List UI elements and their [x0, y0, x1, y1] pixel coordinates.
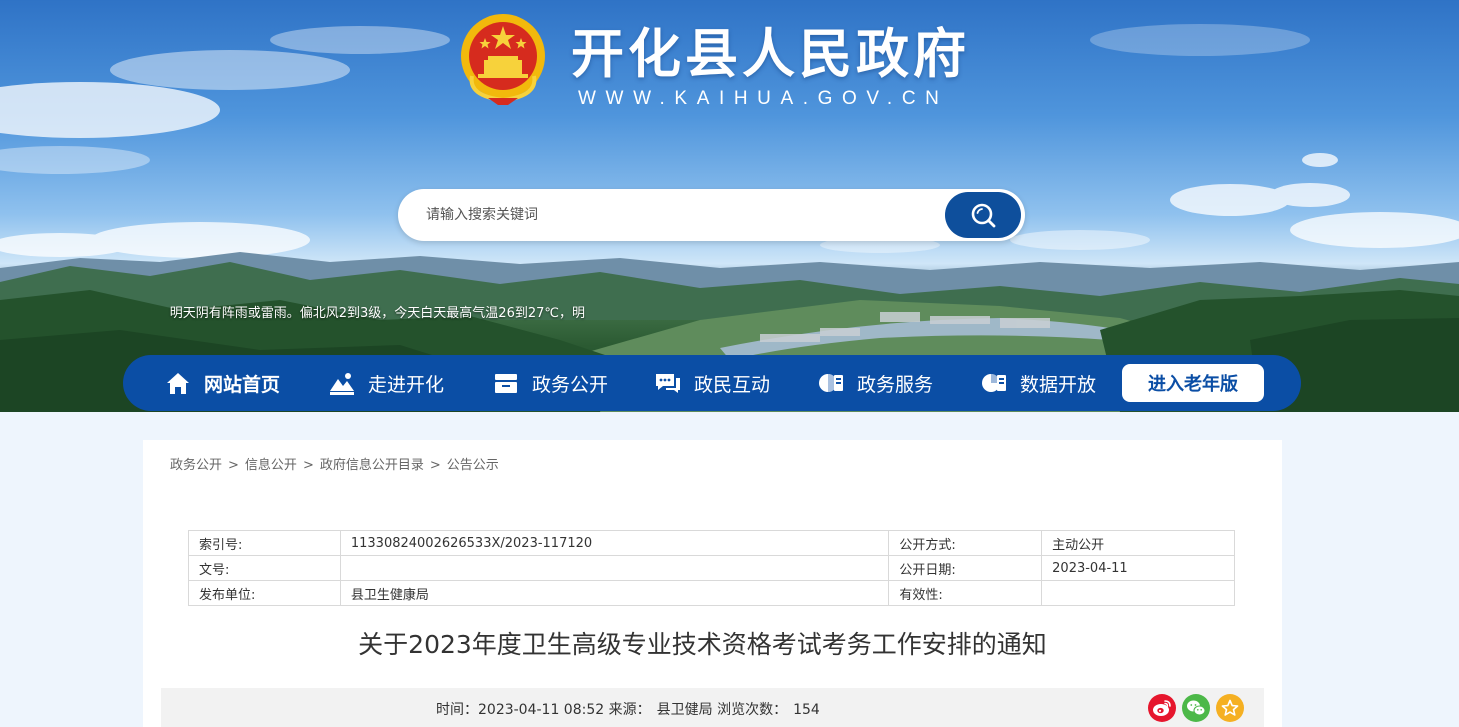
national-emblem-icon [458, 12, 548, 106]
doc-no-value [339, 555, 890, 581]
document-meta-table: 索引号: 11330824002626533X/2023-117120 公开方式… [188, 530, 1235, 606]
document-title: 关于2023年度卫生高级专业技术资格考试考务工作安排的通知 [358, 630, 1047, 659]
content-panel: 政务公开 > 信息公开 > 政府信息公开目录 > 公告公示 索引号: 11330824002… [143, 440, 1282, 727]
favorite-icon [1221, 699, 1239, 716]
wechat-icon [1187, 700, 1206, 716]
favorite-button[interactable] [1216, 694, 1244, 722]
open-mode-value: 主动公开 [1041, 530, 1235, 556]
nav-item-interaction[interactable]: 政民互动 [654, 355, 770, 411]
views-value: 154 [793, 702, 820, 718]
nav-item-gov-affairs[interactable]: 政务公开 [492, 355, 608, 411]
table-row: 发布单位: 县卫生健康局 有效性: [188, 580, 1235, 606]
nav-item-open-data[interactable]: 数据开放 [980, 355, 1096, 411]
weibo-icon [1153, 700, 1171, 716]
nav-label: 政务服务 [857, 373, 934, 396]
search-input[interactable] [426, 189, 926, 241]
validity-label: 有效性: [888, 580, 1043, 606]
landscape-icon [328, 369, 356, 397]
publisher-label: 发布单位: [188, 580, 341, 606]
weather-text: 明天阴有阵雨或雷雨。偏北风2到3级，今天白天最高气温26到27℃，明 [169, 306, 585, 321]
validity-value [1041, 580, 1235, 606]
source-label: 来源： [608, 702, 651, 718]
index-value: 11330824002626533X/2023-117120 [339, 530, 890, 556]
nav-item-service[interactable]: 政务服务 [817, 355, 933, 411]
nav-label: 政务公开 [532, 373, 609, 396]
breadcrumb-info-disclosure[interactable]: 信息公开 [245, 458, 297, 473]
time-label: 时间： [436, 702, 478, 718]
breadcrumb-separator: > [302, 458, 314, 473]
index-label: 索引号: [188, 530, 341, 556]
nav-item-about[interactable]: 走进开化 [328, 355, 444, 411]
breadcrumb: 政务公开 > 信息公开 > 政府信息公开目录 > 公告公示 [170, 454, 499, 473]
open-date-value: 2023-04-11 [1041, 555, 1235, 581]
table-row: 文号: 公开日期: 2023-04-11 [188, 555, 1235, 581]
service-icon [817, 369, 845, 397]
breadcrumb-directory[interactable]: 政府信息公开目录 [320, 458, 424, 473]
breadcrumb-announcements[interactable]: 公告公示 [447, 458, 499, 473]
breadcrumb-separator: > [429, 458, 441, 473]
nav-label: 走进开化 [368, 373, 445, 396]
nav-label: 数据开放 [1020, 373, 1097, 396]
document-info-bar: 时间：2023-04-11 08:52 来源： 县卫健局 浏览次数： 154 [161, 688, 1264, 727]
files-icon [492, 369, 520, 397]
site-title: 开化县人民政府 [571, 24, 970, 85]
open-date-label: 公开日期: [888, 555, 1043, 581]
source-value: 县卫健局 [656, 702, 713, 718]
home-icon [164, 369, 192, 397]
breadcrumb-separator: > [228, 458, 239, 473]
search-icon [971, 203, 996, 228]
search-button[interactable] [945, 192, 1021, 238]
open-mode-label: 公开方式: [888, 530, 1043, 556]
doc-no-label: 文号: [188, 555, 341, 581]
search-box [398, 189, 1025, 241]
nav-item-home[interactable]: 网站首页 [164, 355, 280, 411]
header-banner: 开化县人民政府 WWW.KAIHUA.GOV.CN 明天阴有阵雨或雷雨。偏北风2… [0, 0, 1459, 412]
main-navbar: 网站首页 走进开化 政务公开 政民互动 政务服务 数据开放 进入老年版 [123, 355, 1301, 411]
document-info: 时间：2023-04-11 08:52 来源： 县卫健局 浏览次数： 154 [436, 699, 820, 719]
publisher-value: 县卫生健康局 [339, 580, 890, 606]
table-row: 索引号: 11330824002626533X/2023-117120 公开方式… [188, 530, 1235, 556]
weibo-share-button[interactable] [1148, 694, 1176, 722]
data-icon [980, 369, 1008, 397]
breadcrumb-gov-affairs[interactable]: 政务公开 [170, 458, 222, 473]
weather-ticker: 明天阴有阵雨或雷雨。偏北风2到3级，今天白天最高气温26到27℃，明 [0, 300, 586, 322]
nav-label: 网站首页 [204, 373, 281, 396]
wechat-share-button[interactable] [1182, 694, 1210, 722]
nav-label: 政民互动 [694, 373, 771, 396]
time-value: 2023-04-11 08:52 [478, 702, 605, 718]
views-label: 浏览次数： [717, 702, 788, 718]
site-url: WWW.KAIHUA.GOV.CN [578, 88, 949, 109]
elder-mode-button[interactable]: 进入老年版 [1122, 364, 1264, 402]
chat-icon [654, 369, 682, 397]
